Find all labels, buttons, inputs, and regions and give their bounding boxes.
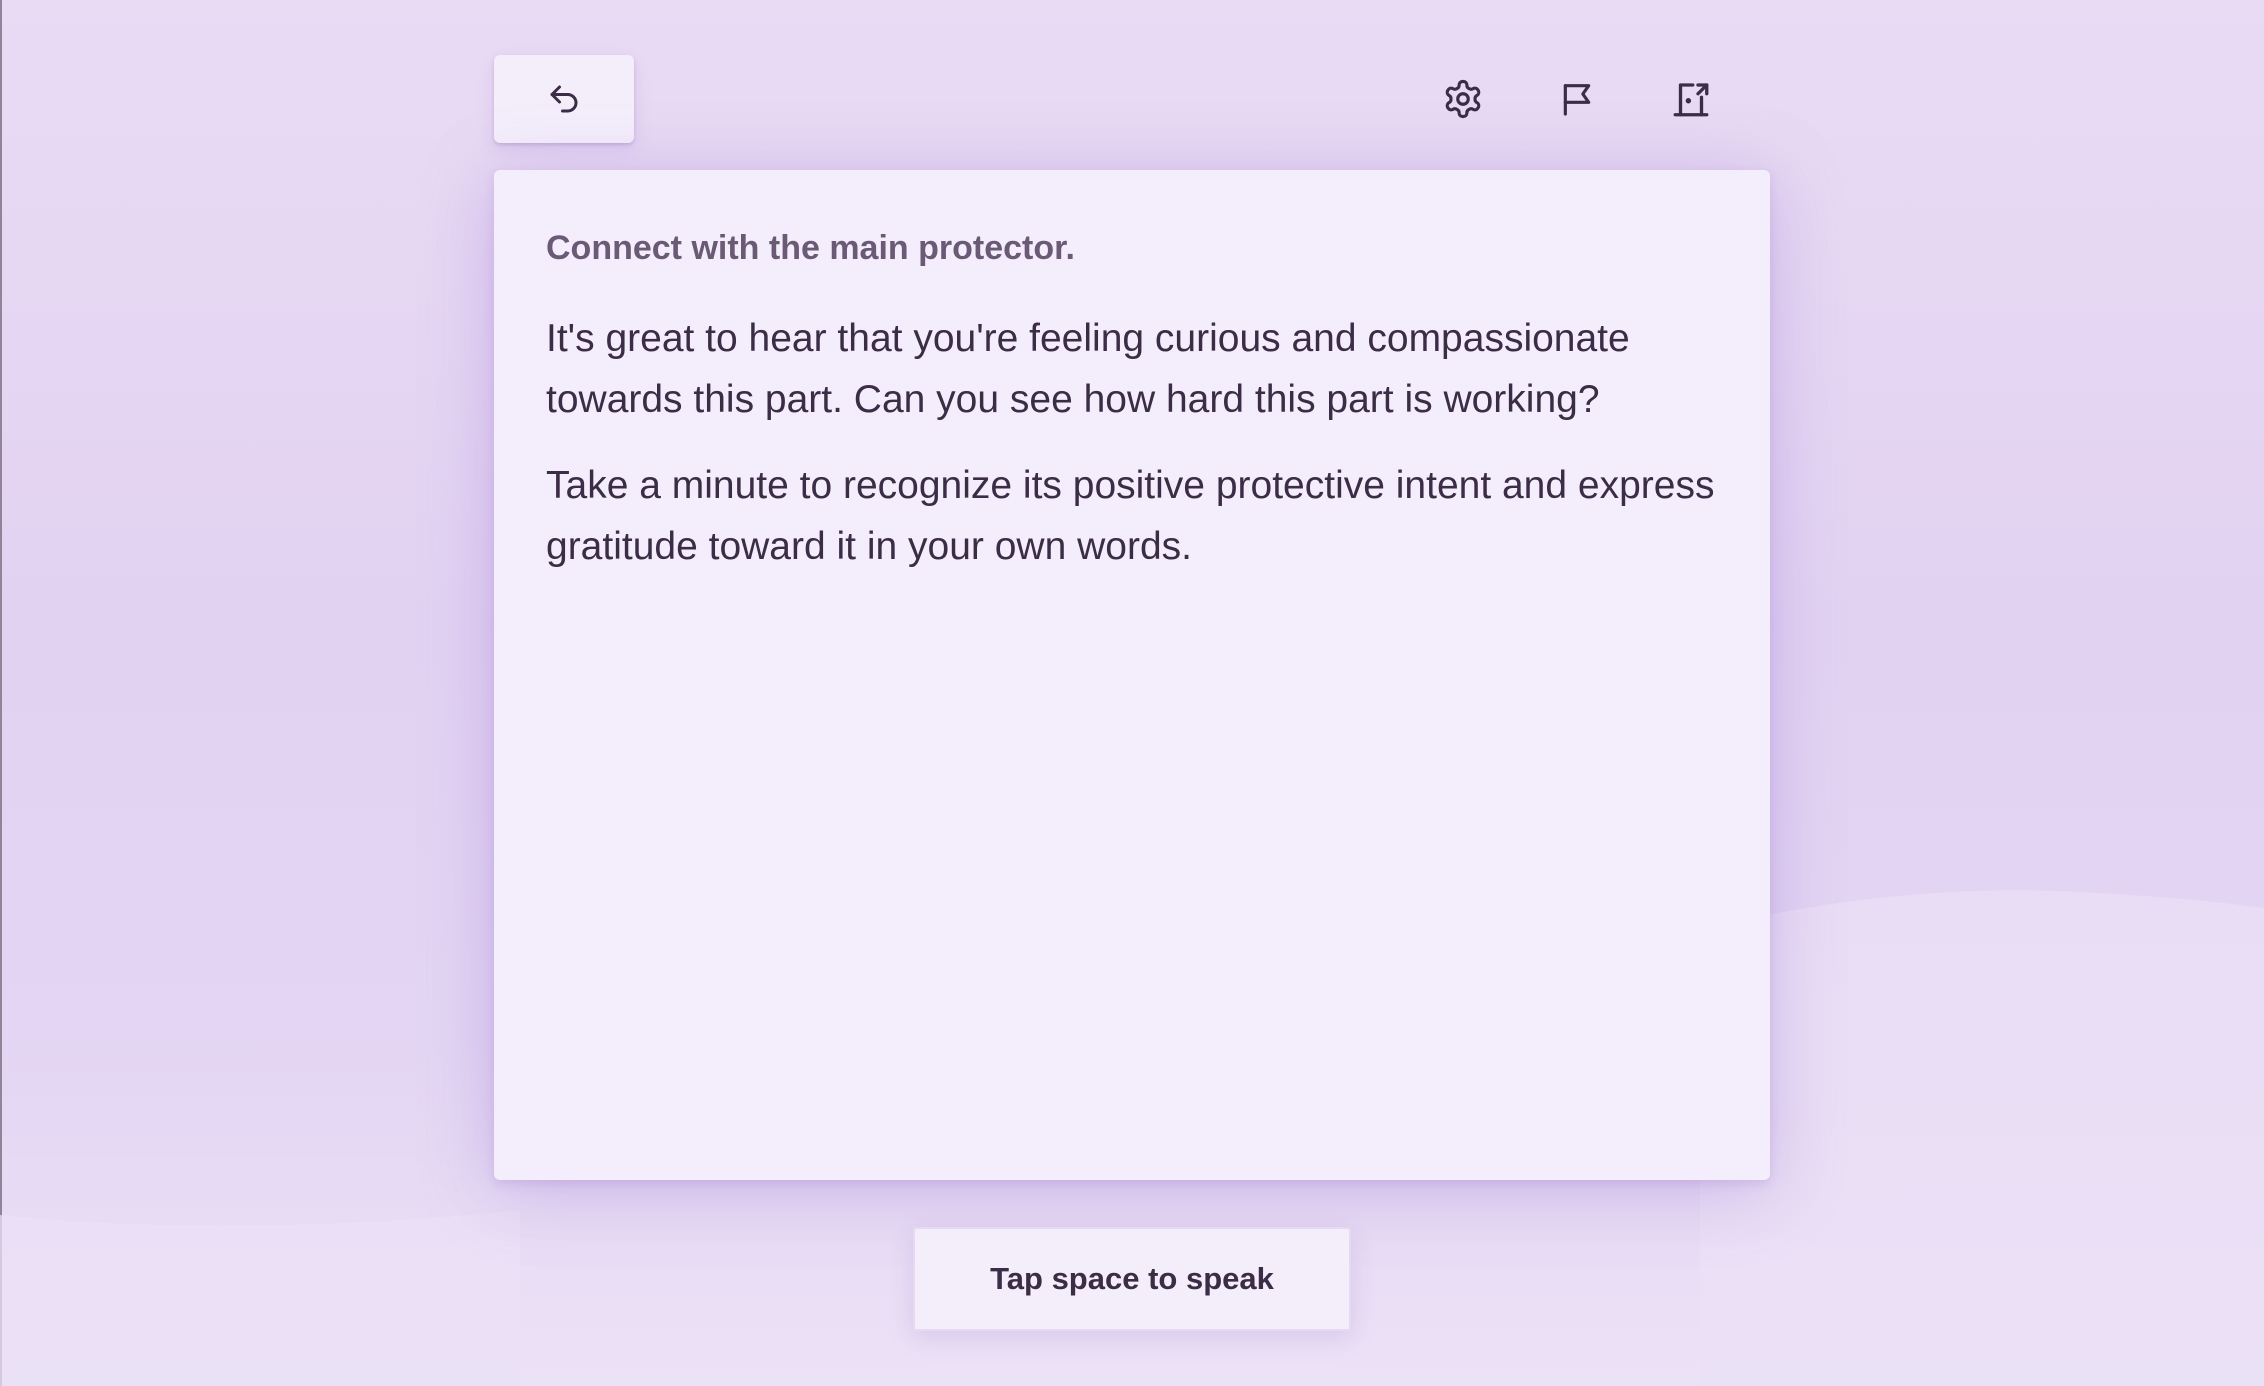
flag-icon: [1563, 84, 1591, 116]
undo-arrow-icon: [550, 85, 578, 113]
flag-button[interactable]: [1552, 74, 1602, 124]
guidance-card: Connect with the main protector. It's gr…: [494, 170, 1770, 1180]
session-page: Connect with the main protector. It's gr…: [494, 55, 1770, 1331]
gear-icon: [1445, 79, 1481, 119]
speak-button[interactable]: Tap space to speak: [913, 1227, 1351, 1331]
top-toolbar: [494, 55, 1770, 143]
back-button[interactable]: [494, 55, 634, 143]
exit-door-icon: [1673, 83, 1709, 117]
guidance-paragraph: Take a minute to recognize its positive …: [546, 464, 1715, 568]
settings-button[interactable]: [1438, 74, 1488, 124]
step-title: Connect with the main protector.: [546, 229, 1075, 267]
guidance-paragraph: It's great to hear that you're feeling c…: [546, 317, 1630, 421]
exit-button[interactable]: [1666, 74, 1716, 124]
